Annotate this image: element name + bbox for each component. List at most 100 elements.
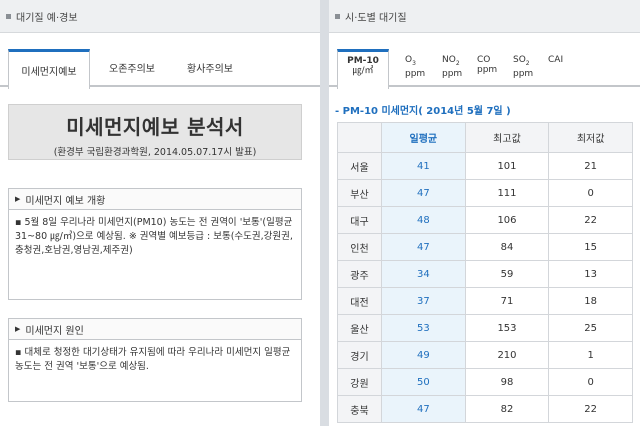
tab-so2[interactable]: SO2 ppm (513, 55, 533, 79)
tab-no2-sub: 2 (455, 59, 460, 67)
column-header-daily-average: 일평균 (381, 122, 466, 153)
min-value-cell: 0 (548, 368, 633, 396)
overview-heading: ▶ 미세먼지 예보 개황 (8, 188, 302, 210)
tab-cai[interactable]: CAI (548, 55, 563, 65)
city-cell: 부산 (337, 179, 382, 207)
table-row: 서울 41 101 21 (337, 152, 633, 180)
tab-so2-sub: 2 (525, 59, 530, 67)
tab-no2[interactable]: NO2 ppm (442, 55, 462, 79)
min-value-cell: 22 (548, 395, 633, 423)
tab-co-unit: ppm (477, 65, 498, 75)
max-value-cell: 106 (464, 206, 550, 234)
city-cell: 인천 (337, 233, 382, 261)
triangle-right-icon: ▶ (15, 195, 21, 203)
table-row: 부산 47 111 0 (337, 179, 633, 207)
column-header-max: 최고값 (464, 122, 550, 153)
daily-average-cell: 47 (381, 179, 466, 207)
city-cell: 경기 (337, 341, 382, 369)
table-row: 대구 48 106 22 (337, 206, 633, 234)
city-cell: 서울 (337, 152, 382, 180)
pollutant-tabs: PM-10 ㎍/㎥ O3 ppm NO2 ppm CO ppm SO2 ppm … (329, 45, 640, 89)
table-row: 울산 53 153 25 (337, 314, 633, 342)
triangle-right-icon: ▶ (15, 325, 21, 333)
cause-content: ▪ 대체로 청정한 대기상태가 유지됨에 따라 우리나라 미세먼지 일평균 농도… (8, 340, 302, 402)
air-quality-panel: 시·도별 대기질 PM-10 ㎍/㎥ O3 ppm NO2 ppm CO ppm… (329, 0, 640, 426)
table-row: 충북 47 82 22 (337, 395, 633, 423)
min-value-cell: 15 (548, 233, 633, 261)
city-cell: 충북 (337, 395, 382, 423)
cause-heading: ▶ 미세먼지 원인 (8, 318, 302, 340)
daily-average-cell: 47 (381, 395, 466, 423)
max-value-cell: 153 (464, 314, 550, 342)
table-header-row: 일평균 최고값 최저값 (337, 122, 633, 153)
table-row: 인천 47 84 15 (337, 233, 633, 261)
min-value-cell: 18 (548, 287, 633, 315)
tab-cai-label: CAI (548, 55, 564, 65)
max-value-cell: 210 (464, 341, 550, 369)
max-value-cell: 111 (464, 179, 550, 207)
max-value-cell: 71 (464, 287, 550, 315)
city-cell: 대전 (337, 287, 382, 315)
min-value-cell: 0 (548, 179, 633, 207)
tab-o3[interactable]: O3 ppm (405, 55, 425, 79)
forecast-panel: 대기질 예·경보 미세먼지예보 오존주의보 황사주의보 미세먼지예보 분석서 (… (0, 0, 320, 426)
section-title: 시·도별 대기질 (345, 12, 407, 24)
tab-o3-sub: 3 (412, 59, 416, 67)
max-value-cell: 84 (464, 233, 550, 261)
max-value-cell: 98 (464, 368, 550, 396)
overview-heading-text: 미세먼지 예보 개황 (25, 195, 106, 207)
section-title: 대기질 예·경보 (16, 12, 78, 24)
air-quality-table: 일평균 최고값 최저값 서울 41 101 21 부산 47 111 0 대구 48 106 22 인천… (337, 122, 633, 423)
report-title: 미세먼지예보 분석서 (66, 115, 244, 139)
city-cell: 울산 (337, 314, 382, 342)
daily-average-cell: 47 (381, 233, 466, 261)
daily-average-cell: 37 (381, 287, 466, 315)
overview-content: ▪ 5월 8일 우리나라 미세먼지(PM10) 농도는 전 권역이 '보통'(일… (8, 210, 302, 300)
table-row: 경기 49 210 1 (337, 341, 633, 369)
tab-no2-label: NO (442, 55, 456, 65)
min-value-cell: 13 (548, 260, 633, 288)
tab-pm10-unit: ㎍/㎥ (352, 66, 374, 76)
max-value-cell: 82 (464, 395, 550, 423)
tab-co-label: CO (477, 55, 491, 65)
daily-average-cell: 34 (381, 260, 466, 288)
section-header-air-quality: 시·도별 대기질 (329, 0, 640, 33)
tab-so2-unit: ppm (513, 68, 534, 79)
square-bullet-icon (335, 13, 340, 19)
report-title-box: 미세먼지예보 분석서 (환경부 국립환경과학원, 2014.05.07.17시 … (8, 104, 302, 160)
tab-o3-unit: ppm (405, 68, 426, 79)
min-value-cell: 22 (548, 206, 633, 234)
square-bullet-icon (6, 13, 11, 19)
tab-so2-label: SO (513, 55, 526, 65)
min-value-cell: 25 (548, 314, 633, 342)
table-row: 광주 34 59 13 (337, 260, 633, 288)
tab-ozone-alert[interactable]: 오존주의보 (100, 47, 164, 87)
table-row: 대전 37 71 18 (337, 287, 633, 315)
report-subtitle: (환경부 국립환경과학원, 2014.05.07.17시 발표) (53, 147, 257, 158)
max-value-cell: 59 (464, 260, 550, 288)
city-cell: 대구 (337, 206, 382, 234)
min-value-cell: 1 (548, 341, 633, 369)
max-value-cell: 101 (464, 152, 550, 180)
tab-co[interactable]: CO ppm (477, 55, 497, 75)
tab-no2-unit: ppm (442, 68, 463, 79)
daily-average-cell: 49 (381, 341, 466, 369)
tab-yellow-dust-alert[interactable]: 황사주의보 (178, 47, 242, 87)
tab-pm10[interactable]: PM-10 ㎍/㎥ (337, 49, 389, 89)
daily-average-cell: 53 (381, 314, 466, 342)
cause-heading-text: 미세먼지 원인 (25, 325, 84, 337)
city-cell: 광주 (337, 260, 382, 288)
min-value-cell: 21 (548, 152, 633, 180)
daily-average-cell: 48 (381, 206, 466, 234)
panel-divider (320, 0, 329, 426)
daily-average-cell: 41 (381, 152, 466, 180)
daily-average-cell: 50 (381, 368, 466, 396)
tab-pm10-label: PM-10 (347, 56, 379, 66)
measurement-date: - PM-10 미세먼지( 2014년 5월 7일 ) (335, 106, 511, 117)
column-header-city (337, 122, 382, 153)
section-header-forecast: 대기질 예·경보 (0, 0, 320, 33)
tab-pm-forecast[interactable]: 미세먼지예보 (8, 49, 90, 89)
city-cell: 강원 (337, 368, 382, 396)
table-row: 강원 50 98 0 (337, 368, 633, 396)
column-header-min: 최저값 (548, 122, 633, 153)
